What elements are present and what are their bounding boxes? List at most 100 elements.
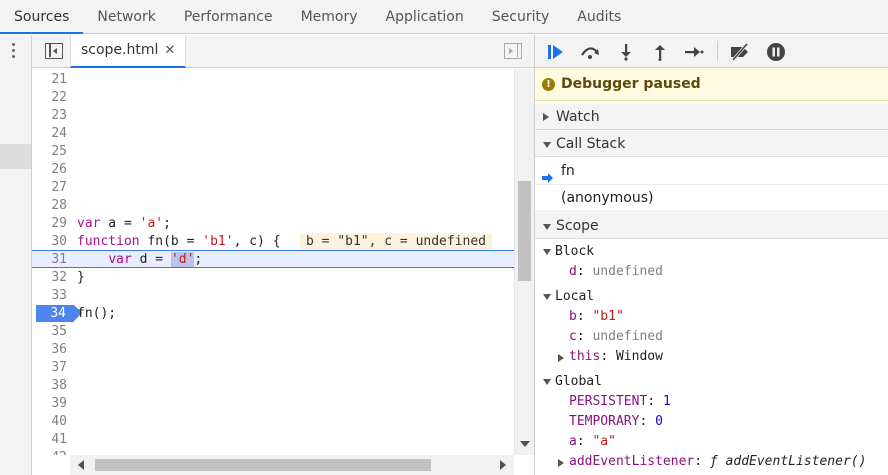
scope-property[interactable]: c: undefined — [535, 327, 888, 347]
scope-property-expandable[interactable]: addEventListener: ƒ addEventListener() — [535, 452, 888, 472]
pause-on-exceptions-icon[interactable] — [763, 39, 789, 65]
scroll-down-icon[interactable] — [520, 441, 530, 447]
collapse-arrow-icon — [543, 224, 551, 230]
scope-property[interactable]: PERSISTENT: 1 — [535, 392, 888, 412]
scrollbar-thumb[interactable] — [95, 459, 431, 471]
line-number[interactable]: 24 — [32, 125, 70, 143]
scope-title: Local — [555, 289, 595, 304]
toggle-navigator-icon[interactable] — [45, 43, 63, 59]
paused-label: Debugger paused — [561, 76, 701, 92]
code-line: 21 — [32, 71, 514, 89]
line-number[interactable]: 41 — [32, 431, 70, 449]
property-name: d — [569, 264, 577, 279]
section-title: Call Stack — [556, 136, 626, 152]
line-number[interactable]: 38 — [32, 377, 70, 395]
code-line: 22 — [32, 89, 514, 107]
code-line: 26 — [32, 161, 514, 179]
scope-property[interactable]: d: undefined — [535, 262, 888, 282]
tab-memory[interactable]: Memory — [287, 0, 372, 34]
scope-property[interactable]: a: "a" — [535, 432, 888, 452]
tab-network[interactable]: Network — [83, 0, 169, 34]
line-number[interactable]: 31 — [32, 251, 70, 269]
property-value: "a" — [592, 434, 616, 449]
step-into-icon[interactable] — [613, 39, 639, 65]
property-name: b — [569, 309, 577, 324]
line-number[interactable]: 22 — [32, 89, 70, 107]
debugger-sidebar: ! Debugger paused Watch Call Stack fn (a… — [534, 35, 888, 475]
line-number[interactable]: 30 — [32, 233, 70, 251]
scope-local-header[interactable]: Local — [535, 287, 888, 307]
code-line: 28 — [32, 197, 514, 215]
call-frame-anonymous[interactable]: (anonymous) — [535, 185, 888, 212]
step-icon[interactable] — [681, 39, 707, 65]
code-line: 35 — [32, 323, 514, 341]
line-number[interactable]: 42 — [32, 449, 70, 455]
scope-property[interactable]: b: "b1" — [535, 307, 888, 327]
line-number[interactable]: 27 — [32, 179, 70, 197]
inline-variable-values: b = "b1", c = undefined — [300, 233, 493, 251]
line-number[interactable]: 25 — [32, 143, 70, 161]
call-frame-fn[interactable]: fn — [535, 158, 888, 185]
code-line: 34 fn(); — [32, 305, 514, 323]
code-text: } — [77, 270, 85, 285]
line-number[interactable]: 35 — [32, 323, 70, 341]
execution-line: 31 var d = 'd'; — [32, 250, 514, 268]
expand-arrow-icon[interactable] — [558, 354, 564, 362]
navigator-selected-item[interactable] — [0, 144, 31, 169]
code-editor[interactable]: 21 22 23 24 25 26 27 28 29 var a = 'a'; … — [32, 69, 514, 455]
editor-vertical-scrollbar[interactable] — [514, 69, 534, 455]
scope-section-header[interactable]: Scope — [535, 213, 888, 239]
more-options-icon[interactable] — [12, 43, 16, 59]
line-number[interactable]: 21 — [32, 71, 70, 89]
line-number[interactable]: 37 — [32, 359, 70, 377]
property-value: Window — [615, 349, 663, 364]
scroll-right-icon[interactable] — [500, 460, 506, 470]
scrollbar-thumb[interactable] — [518, 181, 531, 281]
line-number[interactable]: 36 — [32, 341, 70, 359]
line-number[interactable]: 23 — [32, 107, 70, 125]
property-value: undefined — [592, 264, 663, 279]
file-tab-label: scope.html — [81, 42, 159, 58]
scope-title: Block — [555, 244, 595, 259]
code-line: 27 — [32, 179, 514, 197]
line-number[interactable]: 32 — [32, 269, 70, 287]
deactivate-breakpoints-icon[interactable] — [727, 39, 753, 65]
file-tab-scope-html[interactable]: scope.html ✕ — [70, 35, 187, 68]
scope-global-header[interactable]: Global — [535, 372, 888, 392]
code-line: 37 — [32, 359, 514, 377]
line-number[interactable]: 26 — [32, 161, 70, 179]
tab-audits[interactable]: Audits — [563, 0, 635, 34]
collapse-arrow-icon — [543, 142, 551, 148]
toolbar-separator — [717, 41, 718, 61]
scope-block-header[interactable]: Block — [535, 242, 888, 262]
editor-horizontal-scrollbar[interactable] — [70, 455, 514, 475]
scroll-left-icon[interactable] — [78, 460, 84, 470]
line-number[interactable]: 39 — [32, 395, 70, 413]
line-number[interactable]: 28 — [32, 197, 70, 215]
line-number[interactable]: 29 — [32, 215, 70, 233]
line-number[interactable]: 40 — [32, 413, 70, 431]
expand-arrow-icon[interactable] — [558, 459, 564, 467]
call-stack-section-header[interactable]: Call Stack — [535, 131, 888, 157]
debugger-toolbar — [535, 35, 888, 68]
close-icon[interactable]: ✕ — [164, 43, 175, 58]
tab-application[interactable]: Application — [372, 0, 478, 34]
tab-sources[interactable]: Sources — [0, 0, 84, 34]
property-name: PERSISTENT — [569, 394, 648, 409]
line-number[interactable]: 33 — [32, 287, 70, 305]
code-line: 29 var a = 'a'; — [32, 215, 514, 233]
devtools-tab-bar: Sources Network Performance Memory Appli… — [0, 0, 888, 34]
scope-property[interactable]: TEMPORARY: 0 — [535, 412, 888, 432]
breakpoint-marker[interactable]: 34 — [36, 305, 82, 322]
tab-security[interactable]: Security — [478, 0, 564, 34]
collapse-arrow-icon — [543, 379, 551, 385]
scope-title: Global — [555, 374, 602, 389]
resume-icon[interactable] — [543, 39, 569, 65]
toggle-debugger-sidebar-icon[interactable] — [504, 43, 522, 59]
step-out-icon[interactable] — [647, 39, 673, 65]
scope-property-expandable[interactable]: this: Window — [535, 347, 888, 367]
tab-performance[interactable]: Performance — [170, 0, 287, 34]
step-over-icon[interactable] — [577, 39, 603, 65]
property-value: 1 — [662, 394, 671, 409]
watch-section-header[interactable]: Watch — [535, 104, 888, 130]
